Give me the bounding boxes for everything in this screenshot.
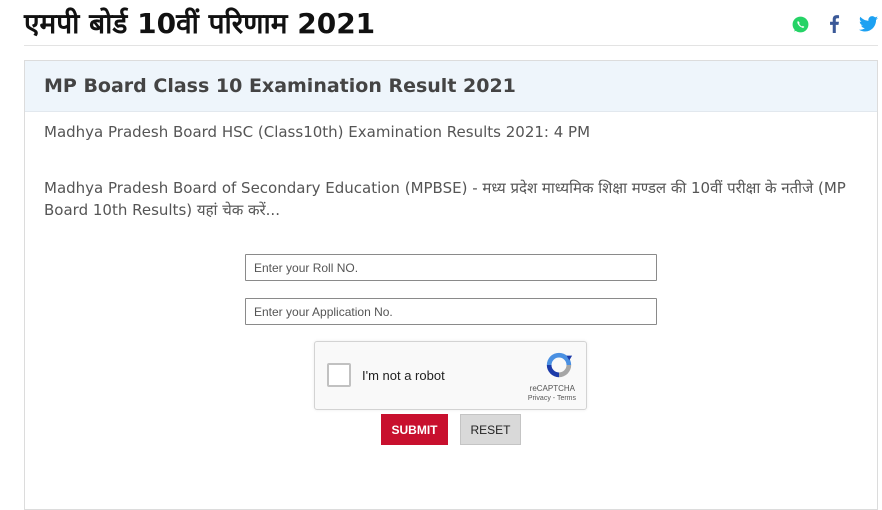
twitter-icon[interactable]	[858, 14, 878, 34]
recaptcha-widget: I'm not a robot reCAPTCHA Privacy - Term…	[314, 341, 587, 410]
facebook-icon[interactable]	[824, 14, 844, 34]
recaptcha-logo-icon	[546, 352, 573, 378]
recaptcha-checkbox[interactable]	[327, 363, 351, 387]
submit-button[interactable]: SUBMIT	[381, 414, 448, 445]
board-description-text: Madhya Pradesh Board of Secondary Educat…	[44, 179, 846, 219]
recaptcha-links: Privacy - Terms	[528, 395, 576, 402]
recaptcha-label: I'm not a robot	[362, 368, 445, 383]
header-divider	[24, 45, 878, 46]
card-title: MP Board Class 10 Examination Result 202…	[44, 75, 516, 97]
share-bar	[790, 14, 878, 34]
reset-button[interactable]: RESET	[460, 414, 521, 445]
recaptcha-terms-link[interactable]: Terms	[557, 395, 576, 402]
result-card: MP Board Class 10 Examination Result 202…	[24, 60, 878, 510]
result-time-text: Madhya Pradesh Board HSC (Class10th) Exa…	[44, 123, 591, 141]
roll-number-input[interactable]	[245, 254, 657, 281]
whatsapp-icon[interactable]	[790, 14, 810, 34]
recaptcha-privacy-link[interactable]: Privacy	[528, 395, 551, 402]
card-header: MP Board Class 10 Examination Result 202…	[25, 61, 877, 112]
page-title: एमपी बोर्ड 10वीं परिणाम 2021	[24, 7, 376, 40]
application-number-input[interactable]	[245, 298, 657, 325]
recaptcha-brand: reCAPTCHA	[529, 384, 575, 393]
